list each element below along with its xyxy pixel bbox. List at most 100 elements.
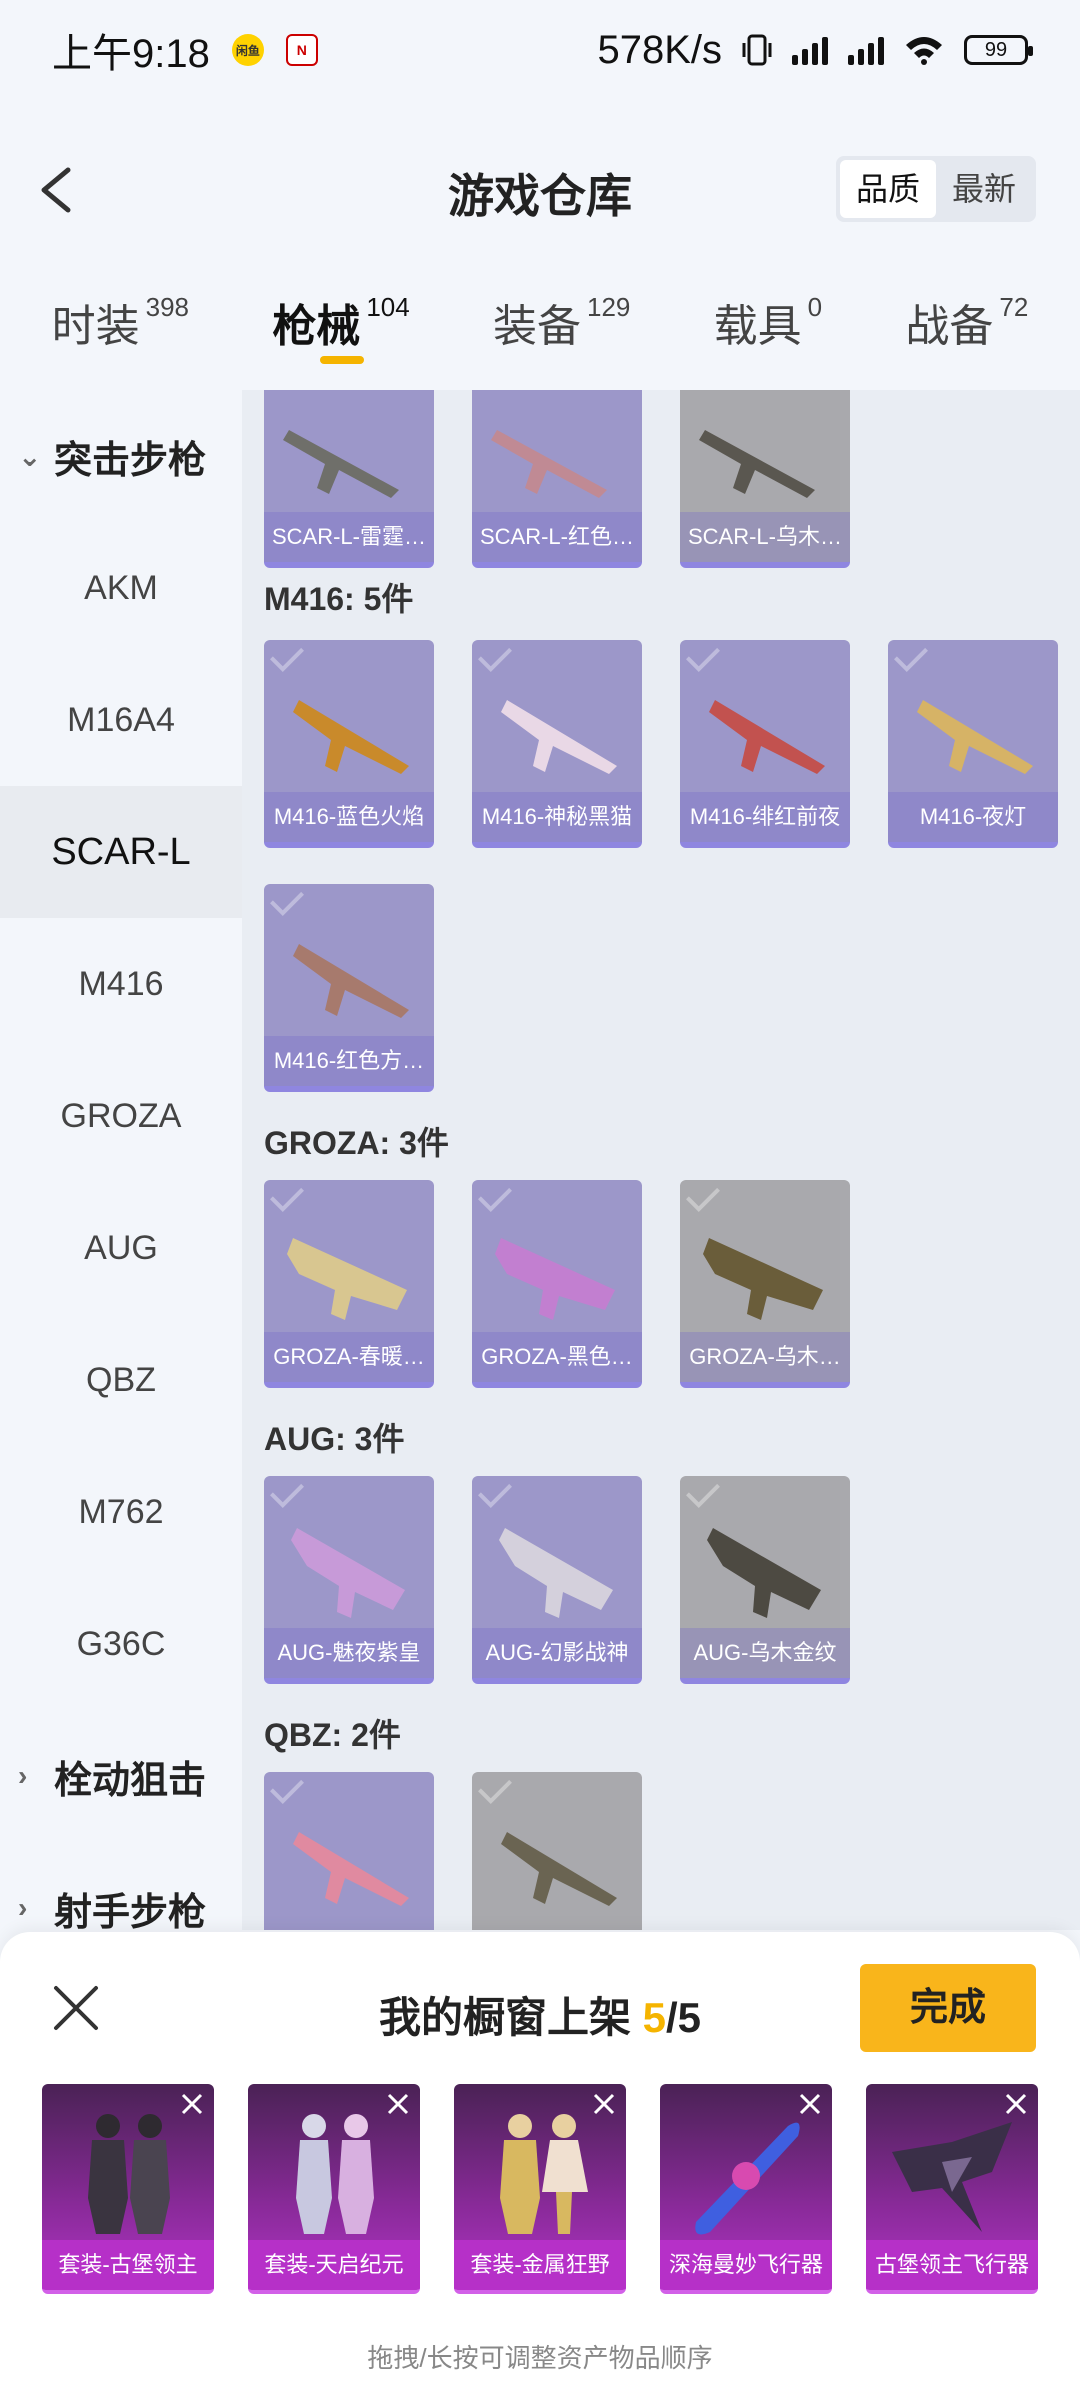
tab-count: 398 [145,292,190,322]
sort-quality-button[interactable]: 品质 [839,160,936,218]
section-title-groza: GROZA: 3件 [264,1125,449,1161]
showcase-total-count: /5 [666,1994,702,2041]
rifle-icon [495,1238,615,1320]
rifle-icon [283,430,399,498]
section-title-aug: AUG: 3件 [264,1421,405,1457]
rifle-icon [501,700,617,774]
sidebar-item-m762[interactable]: M762 [0,1446,242,1578]
remove-icon[interactable] [384,2090,412,2118]
weapon-card[interactable]: AUG-魅夜紫皇 [264,1476,434,1684]
showcase-title-text: 我的橱窗上架 [378,1994,643,2041]
tab-count: 72 [999,292,1029,322]
showcase-slot[interactable]: 深海曼妙飞行器 [660,2084,832,2294]
chevron-down-icon: ⌄ [18,440,42,472]
sidebar-item-aug[interactable]: AUG [0,1182,242,1314]
weapon-card[interactable]: GROZA-乌木… [680,1180,850,1388]
weapon-card[interactable] [472,1772,642,1930]
showcase-slot-label: 套装-天启纪元 [248,2240,420,2290]
check-icon [686,640,720,672]
tab-guns[interactable]: 枪械 104 [272,270,410,364]
tab-label: 时装 [51,302,140,351]
weapon-sidebar: ⌄ 突击步枪 AKM M16A4 SCAR-L M416 GROZA AUG QB… [0,390,242,1930]
battery-icon: 99 [964,35,1033,65]
showcase-panel: 我的橱窗上架 5/5 完成 套装-古堡领主 套装-天启纪元 套装-金属狂野 深海… [0,1932,1080,2400]
check-icon [478,1476,512,1508]
weapon-card[interactable]: SCAR-L-乌木… [680,390,850,568]
rifle-icon [917,700,1033,774]
sort-latest-button[interactable]: 最新 [936,160,1032,218]
weapon-card[interactable]: GROZA-黑色… [472,1180,642,1388]
sidebar-group-assault[interactable]: ⌄ 突击步枪 [0,390,242,522]
check-icon [270,1180,304,1212]
weapon-card[interactable]: SCAR-L-雷霆… [264,390,434,568]
weapon-card[interactable]: M416-红色方… [264,884,434,1092]
net-speed: 578K/s [597,27,722,72]
sidebar-group-bolt[interactable]: › 栓动狙击 [0,1710,242,1842]
weapon-card[interactable]: SCAR-L-红色… [472,390,642,568]
showcase-slot-label: 古堡领主飞行器 [866,2240,1038,2290]
weapon-card-label: SCAR-L-乌木… [680,512,850,562]
sidebar-group-label: 栓动狙击 [54,1759,207,1802]
remove-icon[interactable] [590,2090,618,2118]
reorder-hint: 拖拽/长按可调整资产物品顺序 [367,2343,713,2373]
tab-vehicles[interactable]: 载具 0 [714,270,822,354]
tab-fashion[interactable]: 时装 398 [52,270,189,354]
showcase-slot[interactable]: 套装-金属狂野 [454,2084,626,2294]
sort-toggle: 品质 最新 [835,156,1036,222]
showcase-slot[interactable]: 套装-古堡领主 [42,2084,214,2294]
check-icon [478,1180,512,1212]
sidebar-item-akm[interactable]: AKM [0,522,242,654]
sidebar-item-qbz[interactable]: QBZ [0,1314,242,1446]
remove-icon[interactable] [1002,2090,1030,2118]
weapon-card[interactable] [264,1772,434,1930]
showcase-slots: 套装-古堡领主 套装-天启纪元 套装-金属狂野 深海曼妙飞行器 古堡领主飞行器 [42,2084,1038,2294]
remove-icon[interactable] [178,2090,206,2118]
sidebar-group-label: 射手步枪 [54,1891,207,1931]
rifle-icon [709,700,825,774]
weapon-card-label: AUG-幻影战神 [472,1628,642,1678]
showcase-slot-label: 套装-金属狂野 [454,2240,626,2290]
remove-icon[interactable] [796,2090,824,2118]
tab-count: 129 [586,292,631,322]
rifle-icon [699,430,815,498]
weapon-card[interactable]: M416-神秘黑猫 [472,640,642,848]
battery-level: 99 [984,38,1008,61]
tab-label: 装备 [492,302,581,351]
tab-count: 0 [807,292,823,322]
tab-supplies[interactable]: 战备 72 [905,270,1028,354]
rifle-icon [491,430,607,498]
sidebar-group-label: 突击步枪 [54,439,207,482]
sidebar-item-m16a4[interactable]: M16A4 [0,654,242,786]
sidebar-item-m416[interactable]: M416 [0,918,242,1050]
weapon-card-label: SCAR-L-红色… [472,512,642,562]
weapon-card[interactable]: GROZA-春暖… [264,1180,434,1388]
check-icon [686,1180,720,1212]
check-icon [894,640,928,672]
signal-icon-2 [848,35,884,65]
weapon-card[interactable]: M416-夜灯 [888,640,1058,848]
tab-equipment[interactable]: 装备 129 [493,270,630,354]
weapon-card-label: GROZA-黑色… [472,1332,642,1382]
showcase-slot[interactable]: 古堡领主飞行器 [866,2084,1038,2294]
tab-label: 枪械 [272,302,361,351]
check-icon [270,884,304,916]
outfit-icon [88,2114,170,2234]
notification-app-icon: N [285,34,318,66]
weapon-card[interactable]: AUG-乌木金纹 [680,1476,850,1684]
weapon-card-label: M416-蓝色火焰 [264,792,434,842]
weapon-card[interactable]: M416-蓝色火焰 [264,640,434,848]
check-icon [270,640,304,672]
sidebar-group-marksman[interactable]: › 射手步枪 [0,1842,242,1931]
showcase-slot[interactable]: 套装-天启纪元 [248,2084,420,2294]
done-button[interactable]: 完成 [860,1964,1036,2052]
sidebar-item-groza[interactable]: GROZA [0,1050,242,1182]
chevron-right-icon: › [18,1760,28,1791]
check-icon [270,1476,304,1508]
xianyu-app-icon: 闲鱼 [231,34,264,66]
weapon-card[interactable]: M416-绯红前夜 [680,640,850,848]
sidebar-item-g36c[interactable]: G36C [0,1578,242,1710]
check-icon [478,1772,512,1804]
weapon-card[interactable]: AUG-幻影战神 [472,1476,642,1684]
status-time: 上午9:18 [52,32,210,76]
sidebar-item-scar-l[interactable]: SCAR-L [0,786,242,918]
